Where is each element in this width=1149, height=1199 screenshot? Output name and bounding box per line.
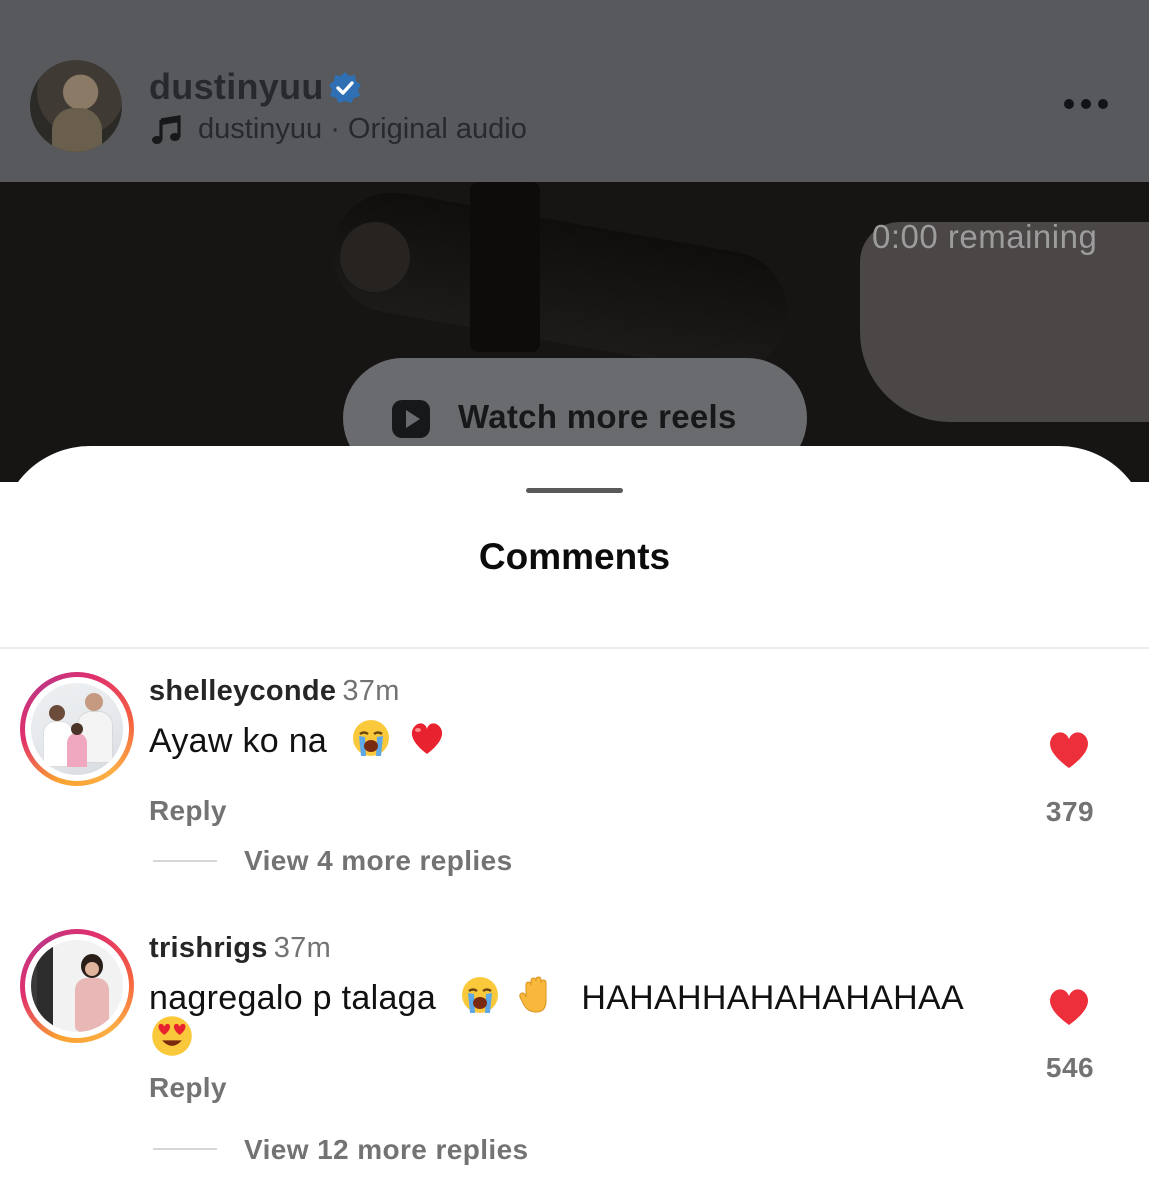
replies-divider-line: [153, 860, 217, 862]
view-more-replies-button[interactable]: View 4 more replies: [244, 845, 513, 877]
replies-divider-line: [153, 1148, 217, 1150]
video-object-knob: [340, 222, 410, 292]
comment-avatar[interactable]: [20, 672, 134, 786]
red-heart-icon: [411, 723, 442, 754]
like-count: 546: [1045, 1052, 1095, 1083]
reply-button[interactable]: Reply: [149, 795, 227, 827]
reels-play-icon: [392, 400, 430, 438]
audio-label[interactable]: dustinyuu · Original audio: [198, 113, 527, 146]
comment-text: Ayaw ko na: [149, 718, 447, 761]
comment-avatar[interactable]: [20, 929, 134, 1043]
profile-avatar[interactable]: [30, 60, 122, 152]
comment-timestamp: 37m: [273, 932, 332, 964]
music-note-icon: [152, 115, 181, 144]
comment-timestamp: 37m: [342, 675, 400, 707]
title-divider: [0, 647, 1149, 649]
time-remaining: 0:00 remaining: [872, 218, 1098, 255]
more-options-icon[interactable]: [1062, 96, 1110, 112]
loudly-crying-face-icon: [352, 720, 389, 756]
profile-username[interactable]: dustinyuu: [149, 66, 324, 108]
comment-username[interactable]: trishrigs 37m: [149, 932, 331, 965]
sheet-drag-handle[interactable]: [526, 488, 623, 493]
comments-title: Comments: [478, 536, 671, 577]
like-heart-icon[interactable]: [1046, 728, 1092, 770]
loudly-crying-face-icon: [461, 977, 498, 1013]
raised-hand-icon: [518, 976, 547, 1013]
comment-username[interactable]: shelleyconde 37m: [149, 675, 400, 708]
like-heart-icon[interactable]: [1046, 985, 1092, 1027]
watch-more-reels-label[interactable]: Watch more reels: [458, 398, 737, 436]
like-count: 379: [1045, 796, 1095, 827]
verified-badge-icon: [329, 72, 361, 103]
view-more-replies-button[interactable]: View 12 more replies: [244, 1134, 529, 1166]
reply-button[interactable]: Reply: [149, 1072, 227, 1104]
video-object-mount: [470, 182, 540, 352]
comment-text: nagregalo p talaga HAHAHHAHAHAHAHAA: [149, 975, 964, 1018]
heart-eyes-face-icon: [152, 1016, 192, 1056]
reel-header: dustinyuu dustinyuu · Original audio: [0, 0, 1149, 182]
